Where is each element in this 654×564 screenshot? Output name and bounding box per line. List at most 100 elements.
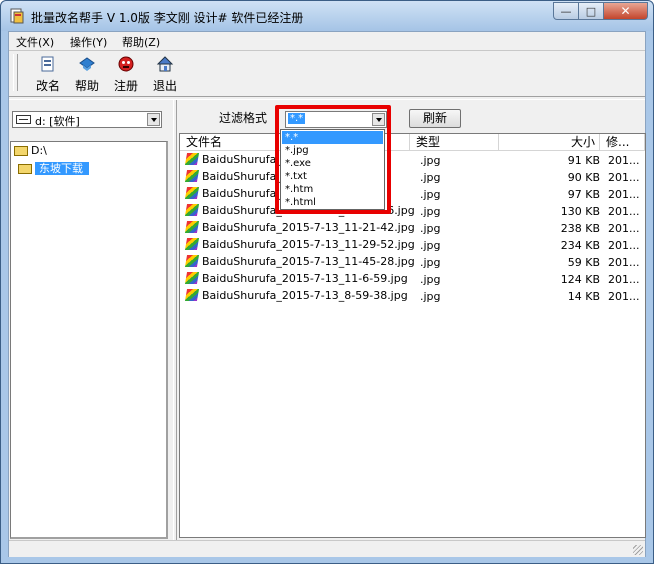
file-modified: 201...	[608, 222, 640, 235]
table-row[interactable]: BaiduShurufa_2015-7-13_11-29-52.jpg .jpg 2…	[180, 237, 645, 254]
file-size: 59 KB	[567, 256, 600, 269]
column-header-size[interactable]: 大小	[499, 134, 600, 150]
toolbar: 改名 帮助 注册 退出	[9, 51, 645, 95]
column-header-type[interactable]: 类型	[410, 134, 499, 150]
table-row[interactable]: BaiduShurufa_2 .jpg 97 KB 201...	[180, 186, 645, 203]
exit-button[interactable]: 退出	[148, 53, 182, 93]
file-icon	[184, 204, 200, 216]
file-type: .jpg	[420, 154, 441, 167]
file-size: 234 KB	[560, 239, 600, 252]
help-button[interactable]: 帮助	[70, 53, 104, 93]
filter-label: 过滤格式	[219, 111, 268, 125]
drive-select[interactable]: d: [软件]	[12, 111, 162, 128]
file-size: 124 KB	[560, 273, 600, 286]
rename-button[interactable]: 改名	[31, 53, 65, 93]
table-row[interactable]: BaiduShurufa_2015-7-13_11-45-28.jpg .jpg 5…	[180, 254, 645, 271]
file-name: BaiduShurufa_2015-7-13_11-29-52.jpg	[202, 238, 415, 251]
folder-open-icon	[18, 164, 32, 174]
close-button[interactable]: ✕	[604, 2, 648, 20]
refresh-button[interactable]: 刷新	[409, 109, 461, 128]
file-name-cell: BaiduShurufa_2015-7-13_11-21-42.jpg	[184, 221, 415, 234]
tree-root-label: D:\	[31, 144, 47, 157]
toolbar-grip[interactable]	[13, 54, 18, 91]
file-icon	[184, 289, 200, 301]
tree-item-root[interactable]: D:\	[14, 144, 47, 159]
help-label: 帮助	[74, 79, 99, 93]
file-modified: 201...	[608, 154, 640, 167]
file-icon	[184, 153, 200, 165]
help-icon	[79, 57, 95, 71]
pane-splitter[interactable]	[173, 100, 177, 540]
table-row[interactable]: BaiduShurufa_2015-7-13_8-59-38.jpg .jpg 14…	[180, 288, 645, 305]
file-type: .jpg	[420, 188, 441, 201]
file-name: BaiduShurufa_2015-7-13_11-6-59.jpg	[202, 272, 408, 285]
file-icon	[184, 221, 200, 233]
register-button[interactable]: 注册	[109, 53, 143, 93]
register-icon	[118, 56, 134, 72]
file-icon	[184, 187, 200, 199]
maximize-button[interactable]: □	[579, 2, 604, 20]
rename-label: 改名	[35, 79, 60, 93]
table-row[interactable]: BaiduShurufa_2015-7-13_11-6-59.jpg .jpg 12…	[180, 271, 645, 288]
maximize-icon: □	[585, 4, 597, 18]
resize-grip-icon[interactable]	[633, 545, 643, 555]
column-header-modified[interactable]: 修...	[600, 134, 645, 150]
file-type: .jpg	[420, 171, 441, 184]
title-bar[interactable]: 批量改名帮手 V 1.0版 李文刚 设计# 软件已经注册 — □ ✕	[1, 1, 653, 31]
folder-open-icon	[14, 146, 28, 156]
menu-operate[interactable]: 操作(Y)	[70, 34, 107, 50]
file-name-cell: BaiduShurufa_2015-7-13_8-59-38.jpg	[184, 289, 408, 302]
app-window: 批量改名帮手 V 1.0版 李文刚 设计# 软件已经注册 — □ ✕ 文件(X)…	[0, 0, 654, 564]
file-icon	[184, 272, 200, 284]
file-icon	[184, 238, 200, 250]
file-icon	[184, 170, 200, 182]
file-modified: 201...	[608, 188, 640, 201]
file-modified: 201...	[608, 273, 640, 286]
menu-help[interactable]: 帮助(Z)	[122, 34, 160, 50]
drive-dropdown-arrow-icon[interactable]	[147, 113, 160, 126]
file-type: .jpg	[420, 239, 441, 252]
file-name-cell: BaiduShurufa_2	[184, 153, 289, 166]
table-row[interactable]: BaiduShurufa_2 .jpg 90 KB 201...	[180, 169, 645, 186]
window-title: 批量改名帮手 V 1.0版 李文刚 设计# 软件已经注册	[31, 11, 304, 25]
file-name-cell: BaiduShurufa_2015-7-13_11-45-28.jpg	[184, 255, 415, 268]
file-type: .jpg	[420, 222, 441, 235]
table-row[interactable]: BaiduShurufa_2015-7-13_11-21-42.jpg .jpg 2…	[180, 220, 645, 237]
status-bar	[9, 540, 645, 557]
app-icon	[10, 8, 24, 24]
drive-icon	[16, 115, 31, 124]
tree-item-selected[interactable]: 东坡下载	[18, 160, 89, 175]
tree-selected-label: 东坡下载	[35, 162, 89, 175]
file-type: .jpg	[420, 256, 441, 269]
table-row[interactable]: BaiduShurufa_2 .jpg 91 KB 201...	[180, 152, 645, 169]
file-type: .jpg	[420, 290, 441, 303]
file-type: .jpg	[420, 205, 441, 218]
menu-file[interactable]: 文件(X)	[16, 34, 54, 50]
menu-bar: 文件(X) 操作(Y) 帮助(Z)	[9, 32, 645, 51]
file-list[interactable]: 文件名 类型 大小 修... BaiduShurufa_2 .jpg 91 KB 20…	[179, 133, 646, 538]
file-modified: 201...	[608, 205, 640, 218]
caption-buttons: — □ ✕	[553, 2, 648, 21]
table-row[interactable]: BaiduShurufa_2015-7-13_10-31-16.jpg .jpg 1…	[180, 203, 645, 220]
file-name: BaiduShurufa_2015-7-13_11-45-28.jpg	[202, 255, 415, 268]
exit-label: 退出	[152, 79, 177, 93]
drive-value: d: [软件]	[35, 115, 80, 128]
minimize-button[interactable]: —	[553, 2, 579, 20]
annotation-highlight-box	[275, 105, 391, 214]
file-size: 130 KB	[560, 205, 600, 218]
file-name-cell: BaiduShurufa_2	[184, 187, 289, 200]
register-label: 注册	[113, 79, 138, 93]
folder-tree[interactable]: D:\ 东坡下载	[10, 141, 168, 539]
minimize-icon: —	[560, 4, 572, 18]
file-size: 91 KB	[567, 154, 600, 167]
file-size: 238 KB	[560, 222, 600, 235]
file-type: .jpg	[420, 273, 441, 286]
file-name: BaiduShurufa_2015-7-13_11-21-42.jpg	[202, 221, 415, 234]
file-name-cell: BaiduShurufa_2015-7-13_11-6-59.jpg	[184, 272, 408, 285]
close-icon: ✕	[620, 4, 631, 18]
file-name-cell: BaiduShurufa_2	[184, 170, 289, 183]
file-list-header: 文件名 类型 大小 修...	[180, 134, 645, 151]
file-icon	[184, 255, 200, 267]
file-name: BaiduShurufa_2015-7-13_8-59-38.jpg	[202, 289, 408, 302]
file-modified: 201...	[608, 290, 640, 303]
